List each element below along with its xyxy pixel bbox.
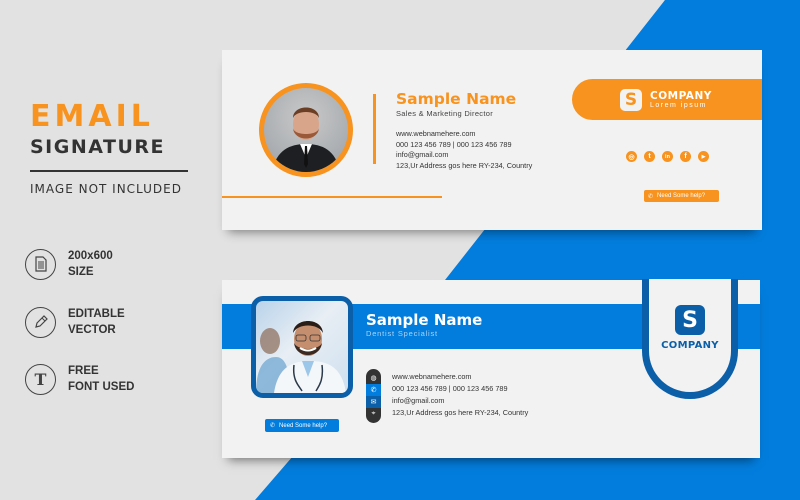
social-links: ◎ t in f ▶ — [626, 151, 709, 162]
phone-icon: ✆ — [648, 193, 654, 200]
feature-font: T FREE FONT USED — [25, 363, 134, 395]
contact-icon-bar: ◍ ✆ ✉ ⌖ — [366, 369, 381, 423]
feature-editable: EDITABLE VECTOR — [25, 306, 125, 338]
company-logo-icon: S — [620, 88, 642, 111]
profile-photo — [251, 296, 353, 398]
vertical-divider — [373, 94, 376, 164]
youtube-icon[interactable]: ▶ — [698, 151, 709, 162]
promo-title-email: EMAIL — [30, 99, 154, 134]
facebook-icon[interactable]: f — [680, 151, 691, 162]
help-button-label: Need Some help? — [657, 193, 706, 199]
phone-numbers: 000 123 456 789 | 000 123 456 789 — [392, 384, 508, 393]
promo-title-block: EMAIL SIGNATURE IMAGE NOT INCLUDED — [30, 100, 205, 196]
feature-size: 200x600 SIZE — [25, 248, 113, 280]
profile-photo — [259, 83, 353, 177]
bottom-divider — [222, 196, 442, 198]
text-font-icon: T — [25, 363, 56, 395]
promo-title-signature: SIGNATURE — [30, 136, 165, 158]
company-tagline: Lorem ipsum — [650, 102, 707, 109]
phone-icon: ✆ — [366, 384, 381, 396]
promo-divider — [30, 170, 188, 172]
globe-icon: ◍ — [370, 375, 377, 382]
address: 123,Ur Address gos here RY-234, Country — [392, 408, 529, 417]
address: 123,Ur Address gos here RY-234, Country — [396, 160, 533, 170]
website-link[interactable]: www.webnamehere.com — [392, 371, 528, 383]
company-badge: S COMPANY — [642, 279, 738, 399]
linkedin-icon[interactable]: in — [662, 151, 673, 162]
contact-info: www.webnamehere.com 000 123 456 789 | 00… — [392, 371, 528, 419]
feature-size-label: SIZE — [68, 266, 94, 278]
company-banner: S COMPANY Lorem ipsum — [572, 79, 762, 120]
help-button-label: Need Some help? — [279, 422, 328, 429]
email-link[interactable]: info@gmail.com — [396, 150, 532, 161]
feature-font-line1: FREE — [68, 365, 99, 377]
promo-note: IMAGE NOT INCLUDED — [30, 182, 182, 196]
document-icon — [25, 248, 56, 280]
feature-editable-line2: VECTOR — [68, 324, 116, 336]
instagram-icon[interactable]: ◎ — [626, 151, 637, 162]
signature-role: Dentist Specialist — [366, 329, 438, 338]
pencil-icon — [25, 306, 56, 338]
help-button[interactable]: ✆ Need Some help? — [265, 419, 339, 432]
company-name: COMPANY — [661, 340, 719, 351]
company-name: COMPANY — [650, 90, 712, 102]
website-link[interactable]: www.webnamehere.com — [396, 129, 532, 140]
contact-info: www.webnamehere.com 000 123 456 789 | 00… — [396, 129, 532, 171]
help-button[interactable]: ✆ Need Some help? — [644, 190, 719, 202]
phone-numbers: 000 123 456 789 | 000 123 456 789 — [396, 139, 512, 149]
location-pin-icon: ⌖ — [371, 410, 376, 417]
signature-card-orange: Sample Name Sales & Marketing Director w… — [222, 50, 762, 230]
feature-font-line2: FONT USED — [68, 381, 135, 393]
signature-card-blue: Sample Name Dentist Specialist ◍ ✆ ✉ ⌖ w… — [222, 279, 760, 458]
feature-size-value: 200x600 — [68, 250, 113, 262]
tumblr-icon[interactable]: t — [644, 151, 655, 162]
signature-name: Sample Name — [396, 90, 517, 108]
signature-name: Sample Name — [366, 311, 483, 329]
email-link[interactable]: info@gmail.com — [392, 395, 528, 407]
feature-editable-line1: EDITABLE — [68, 308, 125, 320]
signature-role: Sales & Marketing Director — [396, 109, 493, 118]
phone-icon: ✆ — [270, 423, 276, 429]
mail-icon: ✉ — [366, 396, 381, 408]
company-logo-icon: S — [675, 305, 705, 335]
